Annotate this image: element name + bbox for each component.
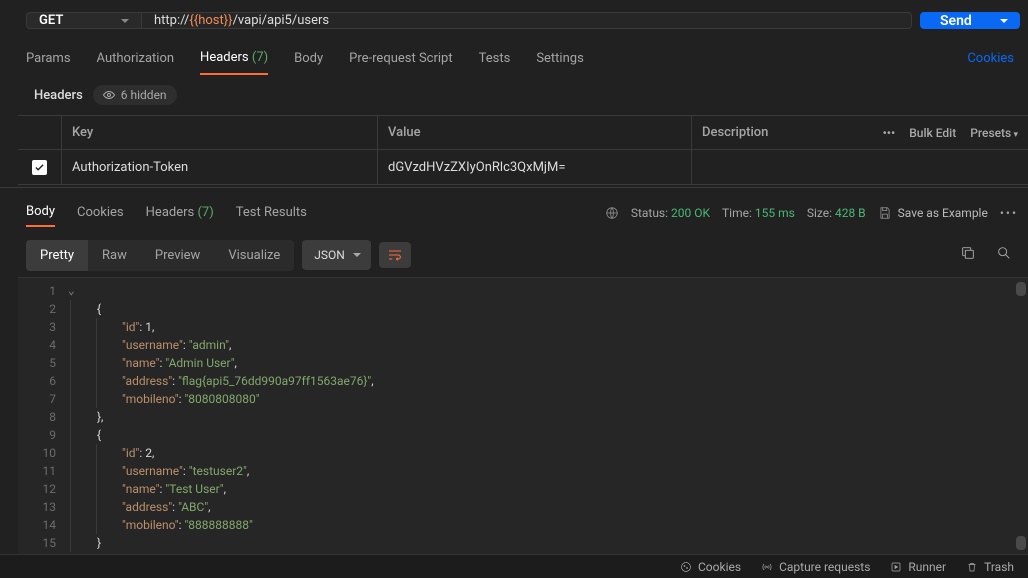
header-key-cell[interactable]: Authorization-Token xyxy=(62,150,378,184)
resp-tab-headers-count: (7) xyxy=(197,205,213,220)
footer-runner-label: Runner xyxy=(908,560,946,574)
url-prefix: http:// xyxy=(154,13,189,28)
tab-headers[interactable]: Headers (7) xyxy=(200,42,268,75)
wrap-lines-button[interactable] xyxy=(379,242,411,268)
copy-button[interactable] xyxy=(954,239,982,271)
url-input[interactable]: http://{{host}}/vapi/api5/users xyxy=(142,12,912,29)
wrap-icon xyxy=(387,248,403,262)
col-description: Description xyxy=(702,125,768,140)
tab-body[interactable]: Body xyxy=(294,43,323,74)
check-icon xyxy=(34,162,45,173)
response-body[interactable]: 123456789101112131415 ⌄ {"id": 1,"userna… xyxy=(18,277,1028,554)
globe-icon[interactable] xyxy=(605,206,619,220)
footer-trash-button[interactable]: Trash xyxy=(966,560,1014,574)
response-tabs: Body Cookies Headers (7) Test Results St… xyxy=(0,187,1028,233)
response-toolbar: Pretty Raw Preview Visualize JSON xyxy=(0,233,1028,277)
col-value: Value xyxy=(378,116,692,149)
scrollbar[interactable] xyxy=(1016,282,1026,550)
cookie-icon xyxy=(680,561,692,573)
size-label: Size: xyxy=(807,206,832,220)
footer-runner-button[interactable]: Runner xyxy=(890,560,946,574)
view-pretty-button[interactable]: Pretty xyxy=(26,240,88,271)
method-select[interactable]: GET xyxy=(26,12,142,29)
tab-headers-label: Headers xyxy=(200,50,249,65)
response-meta: Status: 200 OK Time: 155 ms Size: 428 B … xyxy=(605,206,1018,220)
hidden-headers-label: 6 hidden xyxy=(121,88,167,102)
url-suffix: /vapi/api5/users xyxy=(233,13,330,28)
send-button[interactable]: Send xyxy=(920,12,1020,29)
headers-table-row[interactable]: Authorization-Token dGVzdHVzZXIyOnRlc3Qx… xyxy=(18,150,1028,184)
tab-settings[interactable]: Settings xyxy=(536,43,583,74)
view-visualize-button[interactable]: Visualize xyxy=(214,240,294,271)
footer-cookies-button[interactable]: Cookies xyxy=(680,560,741,574)
size-value: 428 B xyxy=(835,206,866,220)
status-value: 200 OK xyxy=(671,206,710,220)
headers-subheader: Headers 6 hidden xyxy=(0,75,1028,115)
resp-tab-body[interactable]: Body xyxy=(26,198,55,227)
request-tabs: Params Authorization Headers (7) Body Pr… xyxy=(0,41,1028,75)
view-raw-button[interactable]: Raw xyxy=(88,240,141,271)
tab-params[interactable]: Params xyxy=(26,43,71,74)
request-bar: GET http://{{host}}/vapi/api5/users Send xyxy=(0,8,1028,41)
search-icon xyxy=(996,245,1012,261)
workspace: GET http://{{host}}/vapi/api5/users Send… xyxy=(0,0,1028,578)
col-key: Key xyxy=(62,116,378,149)
status-bar: Cookies Capture requests Runner Trash xyxy=(0,554,1028,578)
format-select[interactable]: JSON xyxy=(302,240,371,270)
time-value: 155 ms xyxy=(755,206,795,220)
row-checkbox[interactable] xyxy=(32,160,47,175)
header-value-cell[interactable]: dGVzdHVzZXIyOnRlc3QxMjM= xyxy=(378,150,692,184)
resp-tab-headers-label: Headers xyxy=(146,205,195,220)
tab-authorization[interactable]: Authorization xyxy=(97,43,175,74)
resp-tab-cookies[interactable]: Cookies xyxy=(77,199,124,226)
presets-dropdown[interactable]: Presets xyxy=(970,126,1018,140)
headers-table-header: Key Value Description ••• Bulk Edit Pres… xyxy=(18,116,1028,150)
view-mode-segment: Pretty Raw Preview Visualize xyxy=(26,240,294,271)
hidden-headers-toggle[interactable]: 6 hidden xyxy=(93,85,177,105)
header-desc-cell[interactable] xyxy=(692,150,1028,184)
eye-icon xyxy=(103,89,115,101)
save-icon xyxy=(878,206,892,220)
view-preview-button[interactable]: Preview xyxy=(141,240,214,271)
resp-tab-test-results[interactable]: Test Results xyxy=(236,199,307,226)
save-as-example-label: Save as Example xyxy=(898,206,988,220)
save-as-example-button[interactable]: Save as Example xyxy=(878,206,988,220)
search-button[interactable] xyxy=(990,239,1018,271)
cookies-link[interactable]: Cookies xyxy=(967,51,1014,66)
time-label: Time: xyxy=(722,206,752,220)
tab-tests[interactable]: Tests xyxy=(479,43,511,74)
code-lines: ⌄ {"id": 1,"username": "admin","name": "… xyxy=(68,278,374,554)
headers-table: Key Value Description ••• Bulk Edit Pres… xyxy=(18,115,1028,185)
antenna-icon xyxy=(761,561,773,573)
copy-icon xyxy=(960,245,976,261)
trash-icon xyxy=(966,561,978,573)
footer-cookies-label: Cookies xyxy=(698,560,741,574)
tab-headers-count: (7) xyxy=(252,50,268,65)
response-more-button[interactable]: ••• xyxy=(1000,206,1018,220)
tab-prerequest[interactable]: Pre-request Script xyxy=(349,43,452,74)
url-variable: {{host}} xyxy=(189,13,232,28)
play-icon xyxy=(890,561,902,573)
line-gutter: 123456789101112131415 xyxy=(18,278,68,554)
footer-capture-label: Capture requests xyxy=(779,560,870,574)
resp-tab-headers[interactable]: Headers (7) xyxy=(146,199,214,226)
more-button[interactable]: ••• xyxy=(883,126,896,140)
bulk-edit-button[interactable]: Bulk Edit xyxy=(909,126,956,140)
footer-trash-label: Trash xyxy=(984,560,1014,574)
status-label: Status: xyxy=(631,206,668,220)
footer-capture-button[interactable]: Capture requests xyxy=(761,560,870,574)
headers-title: Headers xyxy=(34,88,83,103)
